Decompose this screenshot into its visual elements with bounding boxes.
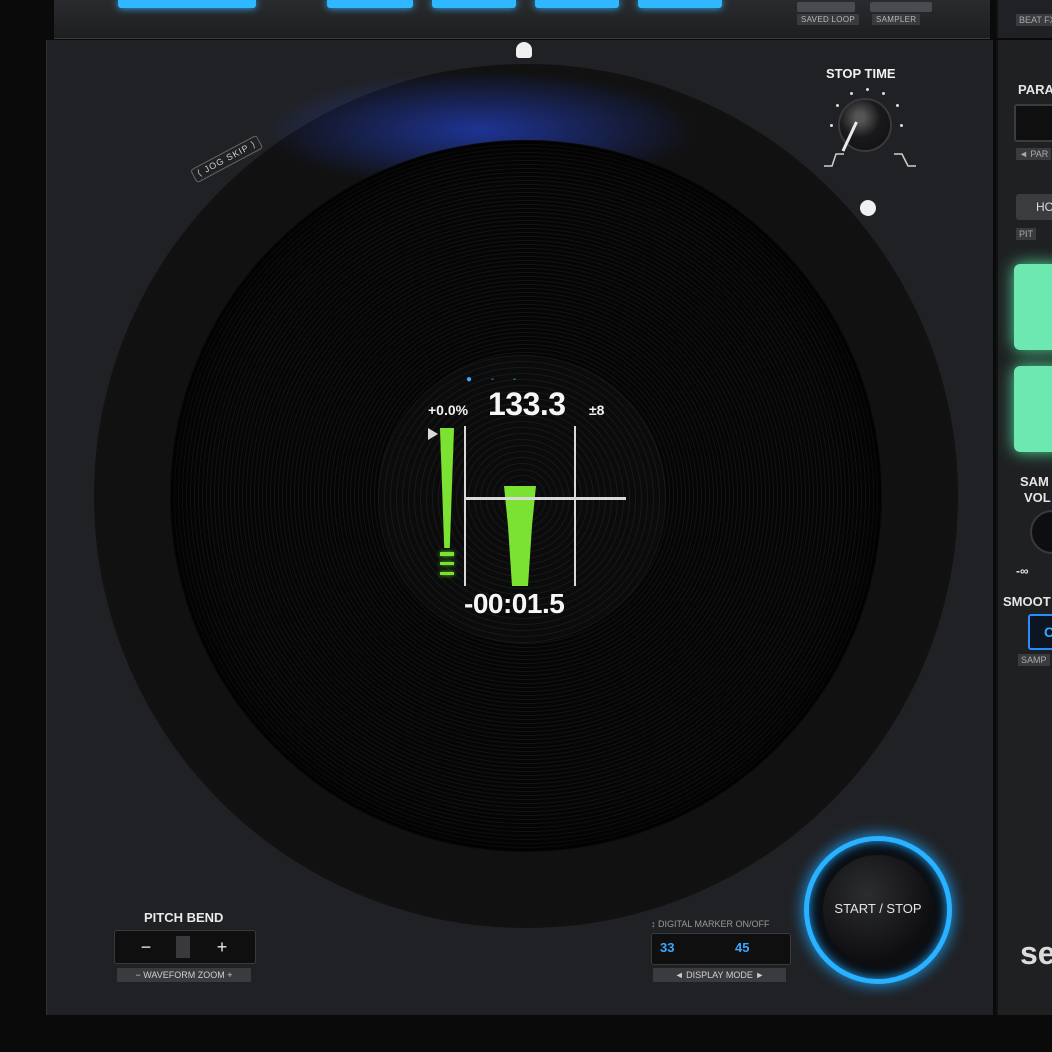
stop-time-curve-icons [824,153,916,167]
knob-scale-dot [830,124,833,127]
pitch-bend-label: PITCH BEND [144,910,224,925]
rpm-45-button[interactable]: 45 [735,940,749,955]
knob-scale-dot [900,124,903,127]
knob-scale-dot [882,92,885,95]
pad-1[interactable] [118,0,256,8]
brand-logo-text: se [1020,935,1052,971]
sampler-label: SAMPLER [872,14,921,25]
rpm-33-button[interactable]: 33 [660,940,674,955]
beat-fx-label: BEAT FX [1016,14,1052,26]
sample-sub-label: SAMP [1018,654,1050,666]
waveform-boundary-left [464,426,466,586]
bpm-readout: 133.3 [488,386,566,422]
overview-waveform-tick [440,552,454,556]
start-stop-label: START / STOP [834,901,922,916]
volume-label: VOL [1024,490,1051,505]
waveform-boundary-right [574,426,576,586]
pitch-bend-center [176,936,190,958]
knob-scale-dot [850,92,853,95]
pad-5[interactable] [638,0,722,8]
param-label: PARA [1018,82,1052,97]
overview-waveform-tick [440,572,454,575]
digital-marker-label: ↕ DIGITAL MARKER ON/OFF [651,919,770,929]
playhead-triangle-icon [428,428,438,440]
top-position-marker [516,42,532,58]
overview-waveform-tick [440,562,454,565]
waveform-playhead-line [466,497,626,500]
display-indicator-dots: ● - - [466,374,525,385]
sampler-pad-2[interactable] [1014,366,1052,452]
pad-2[interactable] [327,0,413,8]
pitch-readout: +0.0% [428,402,469,418]
smooth-button[interactable]: C [1028,614,1052,650]
dj-controller-deck: SAVED LOOP SAMPLER BEAT FX PARA ◄ PAR HO… [0,0,1052,1052]
knob-scale-dot [866,88,869,91]
waveform-zoom-label: − WAVEFORM ZOOM + [117,968,251,982]
smooth-label: SMOOT [1003,594,1051,609]
time-remaining-readout: -00:01.5 [464,588,565,619]
knob-scale-dot [896,104,899,107]
pad-3[interactable] [432,0,516,8]
param-button[interactable] [1014,104,1052,142]
pitch-bend-minus-button[interactable]: − [130,936,162,958]
pitch-sub-label: PIT [1016,228,1037,240]
stop-time-label: STOP TIME [826,66,896,81]
saved-loop-button[interactable] [797,2,855,12]
hot-button[interactable]: HO [1016,194,1052,220]
sampler-button[interactable] [870,2,932,12]
knob-scale-dot [836,104,839,107]
saved-loop-label: SAVED LOOP [797,14,859,25]
minus-infinity-label: -∞ [1016,564,1029,578]
param-sub-label: ◄ PAR [1016,148,1052,160]
pad-4[interactable] [535,0,619,8]
sample-label: SAM [1020,474,1049,489]
sampler-pad-1[interactable] [1014,264,1052,350]
pitch-range-readout: ±8 [589,402,605,418]
pitch-bend-plus-button[interactable]: + [206,936,238,958]
display-mode-label: ◄ DISPLAY MODE ► [653,968,786,982]
